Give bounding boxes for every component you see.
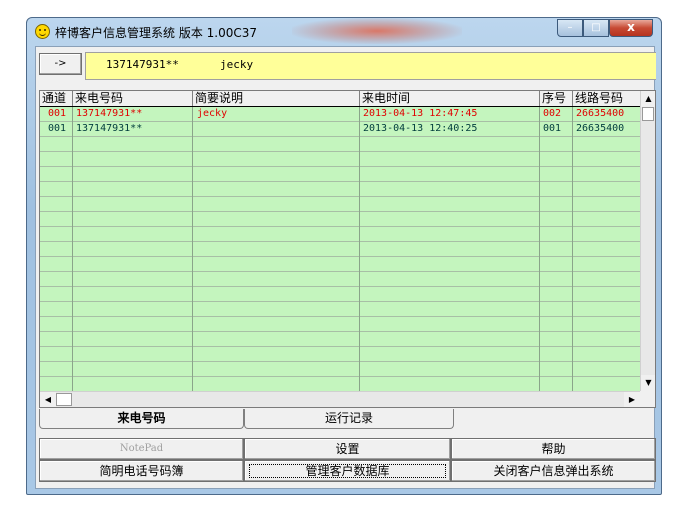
column-divider [539, 107, 540, 391]
caller-number: 137147931** [106, 58, 179, 71]
close-button[interactable]: x [609, 19, 653, 37]
tab-run-log[interactable]: 运行记录 [244, 409, 454, 429]
notepad-button[interactable]: NotePad [39, 438, 244, 460]
cell-time: 2013-04-13 12:40:25 [363, 123, 478, 134]
cell-seq: 001 [543, 123, 562, 134]
table-row[interactable]: 001 137147931** 2013-04-13 12:40:25 001 2663… [40, 122, 640, 136]
tab-incoming-calls[interactable]: 来电号码 [39, 409, 244, 429]
scroll-right-icon[interactable]: ▶ [624, 392, 640, 407]
caller-name: jecky [220, 58, 254, 71]
vertical-scroll-thumb[interactable] [642, 107, 654, 121]
horizontal-scrollbar[interactable]: ◀ ▶ [40, 391, 640, 407]
main-window: 梓博客户信息管理系统 版本 1.00C37 – □ x -> 137147931… [26, 17, 662, 495]
focus-rectangle [249, 464, 446, 478]
cell-number: 137147931** [76, 123, 143, 134]
settings-button[interactable]: 设置 [244, 438, 451, 460]
grid-rows [40, 107, 640, 391]
column-divider [192, 107, 193, 391]
vertical-scrollbar[interactable]: ▲ ▼ [640, 91, 655, 391]
column-divider [72, 107, 73, 391]
grid-header: 通道 来电号码 简要说明 来电时间 序号 线路号码 [40, 91, 640, 107]
minimize-button[interactable]: – [557, 19, 583, 37]
column-divider [572, 107, 573, 391]
phonebook-button[interactable]: 简明电话号码簿 [39, 460, 244, 482]
cell-channel: 001 [48, 123, 67, 134]
scroll-left-icon[interactable]: ◀ [40, 392, 56, 407]
call-log-grid[interactable]: 通道 来电号码 简要说明 来电时间 序号 线路号码 001 137147931**… [39, 90, 656, 408]
cell-seq: 002 [543, 108, 562, 119]
table-row[interactable]: 001 137147931** jecky 2013-04-13 12:47:45 00… [40, 107, 640, 121]
cell-number: 137147931** [76, 108, 143, 119]
column-header-seq[interactable]: 序号 [540, 91, 573, 106]
client-area: -> 137147931** jecky 通道 来电号码 简要说明 来电时间 序… [35, 46, 656, 489]
cell-channel: 001 [48, 108, 67, 119]
caller-info-bar: 137147931** jecky [85, 52, 656, 80]
cell-note: jecky [197, 108, 228, 119]
manage-database-button[interactable]: 管理客户数据库 [244, 460, 451, 482]
scroll-down-icon[interactable]: ▼ [641, 375, 655, 391]
column-header-channel[interactable]: 通道 [40, 91, 73, 106]
window-title: 梓博客户信息管理系统 版本 1.00C37 [55, 26, 257, 40]
horizontal-scroll-thumb[interactable] [56, 393, 72, 406]
column-header-number[interactable]: 来电号码 [73, 91, 193, 106]
cell-time: 2013-04-13 12:47:45 [363, 108, 478, 119]
maximize-button[interactable]: □ [583, 19, 609, 37]
scrollbar-corner [640, 391, 655, 407]
tab-strip: 来电号码 运行记录 [39, 409, 656, 431]
scroll-up-icon[interactable]: ▲ [641, 91, 655, 107]
column-header-line[interactable]: 线路号码 [573, 91, 640, 106]
cell-line: 26635400 [576, 108, 625, 119]
column-divider [359, 107, 360, 391]
cell-line: 26635400 [576, 123, 625, 134]
title-glow [292, 18, 462, 44]
help-button[interactable]: 帮助 [451, 438, 656, 460]
column-header-time[interactable]: 来电时间 [360, 91, 540, 106]
column-header-note[interactable]: 简要说明 [193, 91, 360, 106]
title-bar[interactable]: 梓博客户信息管理系统 版本 1.00C37 – □ x [27, 18, 661, 46]
close-popup-button[interactable]: 关闭客户信息弹出系统 [451, 460, 656, 482]
smiley-icon[interactable] [35, 24, 50, 39]
arrow-button[interactable]: -> [39, 53, 82, 75]
